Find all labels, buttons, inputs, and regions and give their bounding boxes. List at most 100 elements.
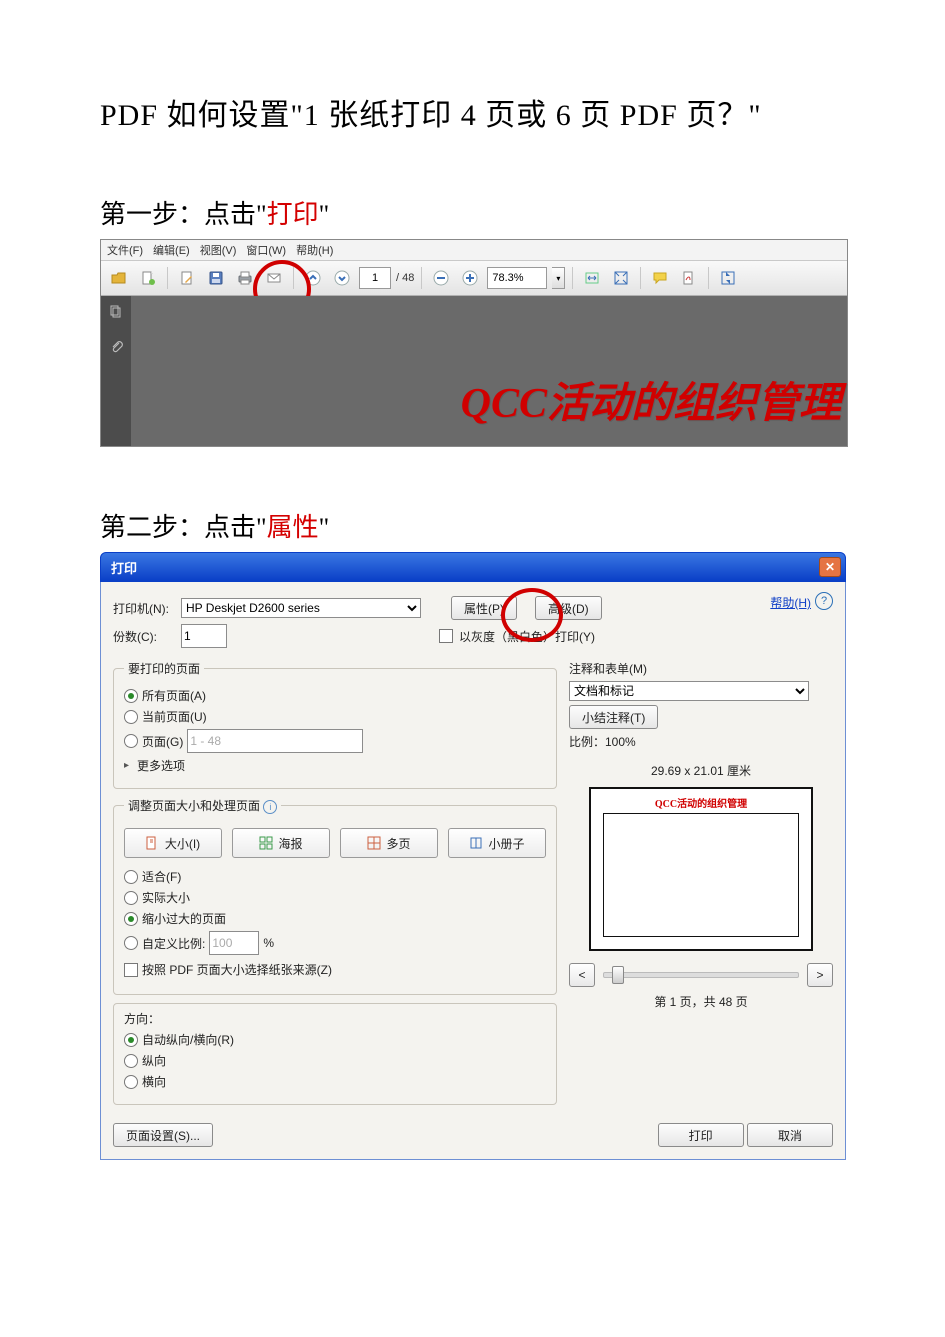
advanced-button[interactable]: 高级(D) xyxy=(535,596,602,620)
page-range-input[interactable] xyxy=(187,729,363,753)
annotations-select[interactable]: 文档和标记 xyxy=(569,681,809,701)
radio-fit-label: 适合(F) xyxy=(142,868,181,885)
radio-shrink[interactable] xyxy=(124,912,138,926)
copies-input[interactable] xyxy=(181,624,227,648)
annotations-legend: 注释和表单(M) xyxy=(569,660,833,677)
preview-slider[interactable] xyxy=(603,972,799,978)
poster-icon xyxy=(259,836,273,850)
multiple-icon xyxy=(367,836,381,850)
step1-keyword: 打印 xyxy=(267,200,319,229)
document-title: PDF 如何设置"1 张纸打印 4 页或 6 页 PDF 页？" xyxy=(100,90,845,134)
more-options-label: 更多选项 xyxy=(137,757,185,774)
grayscale-label: 以灰度（黑白色）打印(Y) xyxy=(459,628,595,645)
info-icon[interactable]: i xyxy=(263,800,277,814)
radio-pages[interactable] xyxy=(124,734,138,748)
tab-multiple[interactable]: 多页 xyxy=(340,828,438,858)
radio-orient-landscape[interactable] xyxy=(124,1075,138,1089)
radio-current-page[interactable] xyxy=(124,710,138,724)
open-icon[interactable] xyxy=(107,266,131,290)
zoom-out-icon[interactable] xyxy=(429,266,453,290)
percent-label: % xyxy=(263,936,274,950)
zoom-input[interactable] xyxy=(487,267,547,289)
slider-thumb-icon[interactable] xyxy=(612,966,624,984)
menu-help[interactable]: 帮助(H) xyxy=(296,242,333,258)
page-number-input[interactable] xyxy=(359,267,391,289)
page-total-label: / 48 xyxy=(396,272,414,284)
radio-orient-portrait-label: 纵向 xyxy=(142,1052,166,1069)
preview-next-button[interactable]: > xyxy=(807,963,833,987)
page-range-legend: 要打印的页面 xyxy=(124,660,204,677)
radio-orient-portrait[interactable] xyxy=(124,1054,138,1068)
copies-label: 份数(C): xyxy=(113,628,175,645)
help-icon[interactable]: ? xyxy=(815,592,833,610)
email-icon[interactable] xyxy=(262,266,286,290)
paper-source-checkbox[interactable] xyxy=(124,963,138,977)
attachments-icon[interactable] xyxy=(108,339,124,360)
menu-file[interactable]: 文件(F) xyxy=(107,242,143,258)
custom-scale-input[interactable] xyxy=(209,931,259,955)
printer-select[interactable]: HP Deskjet D2600 series xyxy=(181,598,421,618)
comment-icon[interactable] xyxy=(648,266,672,290)
grayscale-checkbox[interactable] xyxy=(439,629,453,643)
radio-orient-landscape-label: 横向 xyxy=(142,1073,166,1090)
radio-orient-auto[interactable] xyxy=(124,1033,138,1047)
print-icon[interactable] xyxy=(233,266,257,290)
preview-dimensions: 29.69 x 21.01 厘米 xyxy=(569,762,833,779)
preview-prev-button[interactable]: < xyxy=(569,963,595,987)
radio-actual[interactable] xyxy=(124,891,138,905)
dialog-titlebar: 打印 ✕ xyxy=(100,552,846,582)
zoom-in-icon[interactable] xyxy=(458,266,482,290)
tab-booklet[interactable]: 小册子 xyxy=(448,828,546,858)
page-down-icon[interactable] xyxy=(330,266,354,290)
menu-bar: 文件(F) 编辑(E) 视图(V) 窗口(W) 帮助(H) xyxy=(101,240,847,261)
dialog-title: 打印 xyxy=(111,558,137,577)
page-up-icon[interactable] xyxy=(301,266,325,290)
radio-pages-label: 页面(G) xyxy=(142,733,183,750)
paper-source-label: 按照 PDF 页面大小选择纸张来源(Z) xyxy=(142,961,332,978)
booklet-icon xyxy=(469,836,483,850)
menu-window[interactable]: 窗口(W) xyxy=(246,242,286,258)
menu-view[interactable]: 视图(V) xyxy=(200,242,237,258)
step1-suffix: " xyxy=(319,200,330,229)
fit-width-icon[interactable] xyxy=(580,266,604,290)
sign-icon[interactable] xyxy=(677,266,701,290)
page-setup-button[interactable]: 页面设置(S)... xyxy=(113,1123,213,1147)
page-handling-legend: 调整页面大小和处理页面 i xyxy=(124,797,281,814)
close-icon[interactable]: ✕ xyxy=(819,557,841,577)
save-icon[interactable] xyxy=(204,266,228,290)
toolbar: / 48 ▾ xyxy=(101,261,847,296)
tab-poster[interactable]: 海报 xyxy=(232,828,330,858)
radio-custom-scale[interactable] xyxy=(124,936,138,950)
edit-icon[interactable] xyxy=(175,266,199,290)
document-content-title: QCC活动的组织管理 xyxy=(461,369,841,430)
orientation-group: 方向： 自动纵向/横向(R) 纵向 横向 xyxy=(113,1003,557,1105)
preview-content-title: QCC活动的组织管理 xyxy=(591,795,811,810)
radio-current-page-label: 当前页面(U) xyxy=(142,708,207,725)
help-link[interactable]: 帮助(H) xyxy=(770,594,811,611)
radio-custom-scale-label: 自定义比例: xyxy=(142,935,205,952)
sidebar xyxy=(101,296,131,446)
menu-edit[interactable]: 编辑(E) xyxy=(153,242,190,258)
zoom-dropdown-icon[interactable]: ▾ xyxy=(552,267,565,289)
preview-page-label: 第 1 页，共 48 页 xyxy=(569,993,833,1010)
thumbnails-icon[interactable] xyxy=(108,304,124,325)
read-mode-icon[interactable] xyxy=(716,266,740,290)
radio-fit[interactable] xyxy=(124,870,138,884)
step2-heading: 第二步：点击"属性" xyxy=(100,507,845,544)
radio-orient-auto-label: 自动纵向/横向(R) xyxy=(142,1031,234,1048)
properties-button[interactable]: 属性(P) xyxy=(451,596,517,620)
document-area: QCC活动的组织管理 xyxy=(131,296,847,446)
fit-page-icon[interactable] xyxy=(609,266,633,290)
radio-all-pages[interactable] xyxy=(124,689,138,703)
summarize-comments-button[interactable]: 小结注释(T) xyxy=(569,705,658,729)
tab-size[interactable]: 大小(I) xyxy=(124,828,222,858)
page-handling-group: 调整页面大小和处理页面 i 大小(I) 海报 xyxy=(113,797,557,995)
radio-all-pages-label: 所有页面(A) xyxy=(142,687,206,704)
more-options[interactable]: 更多选项 xyxy=(124,757,546,774)
print-button[interactable]: 打印 xyxy=(658,1123,744,1147)
radio-actual-label: 实际大小 xyxy=(142,889,190,906)
preview-box: QCC活动的组织管理 xyxy=(589,787,813,951)
cancel-button[interactable]: 取消 xyxy=(747,1123,833,1147)
pdf-viewer-screenshot: 文件(F) 编辑(E) 视图(V) 窗口(W) 帮助(H) xyxy=(100,239,848,447)
create-icon[interactable] xyxy=(136,266,160,290)
